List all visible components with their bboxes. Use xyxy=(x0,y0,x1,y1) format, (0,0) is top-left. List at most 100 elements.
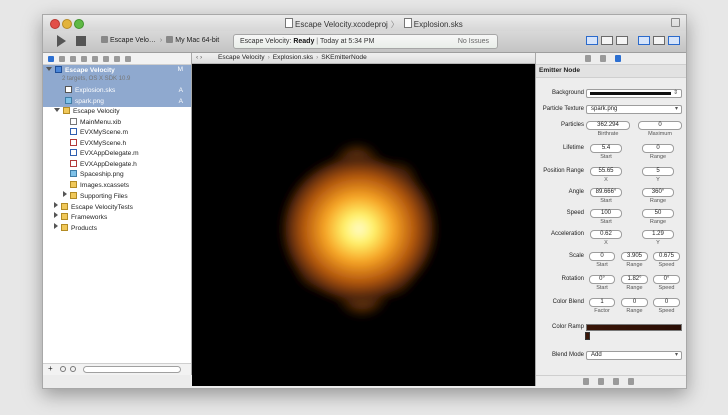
folder-icon xyxy=(61,202,68,210)
file-inspector-icon[interactable] xyxy=(585,55,591,62)
scm-badge: A xyxy=(178,97,183,105)
acceleration-x-field[interactable]: 0.62 xyxy=(590,230,622,239)
version-editor-button[interactable] xyxy=(616,36,628,45)
warning-icon[interactable] xyxy=(81,55,87,62)
run-button[interactable] xyxy=(57,35,66,47)
library-tabs xyxy=(536,375,686,386)
breakpoint-icon[interactable] xyxy=(114,55,120,62)
toggle-utilities-button[interactable] xyxy=(668,36,680,45)
fullscreen-button[interactable] xyxy=(671,18,680,27)
speed-start-field[interactable]: 100 xyxy=(590,209,622,218)
standard-editor-button[interactable] xyxy=(586,36,598,45)
maximum-field[interactable]: 0 xyxy=(638,121,682,130)
color-blend-range-caption: Range xyxy=(626,308,643,314)
color-blend-factor-caption: Factor xyxy=(594,308,610,314)
position-range-y-field[interactable]: 5 xyxy=(642,167,674,176)
assistant-editor-button[interactable] xyxy=(601,36,613,45)
quick-help-icon[interactable] xyxy=(600,55,606,62)
tree-row-file[interactable]: EVXMyScene.h xyxy=(43,138,191,150)
speed-range-field[interactable]: 50 xyxy=(642,209,674,218)
scale-speed-field[interactable]: 0.675 xyxy=(653,252,680,261)
test-icon[interactable] xyxy=(92,55,98,62)
acceleration-y-field[interactable]: 1.29 xyxy=(642,230,674,239)
rotation-start-field[interactable]: 0° xyxy=(589,275,615,284)
color-blend-speed-field[interactable]: 0 xyxy=(653,298,680,307)
tree-row-group[interactable]: Frameworks xyxy=(43,212,191,223)
rotation-speed-field[interactable]: 0° xyxy=(653,275,680,284)
tree-row-label: Frameworks xyxy=(71,214,108,221)
breadcrumb: Escape Velocity › Explosion.sks › SKEmitterN… xyxy=(218,54,367,61)
toggle-navigator-button[interactable] xyxy=(638,36,650,45)
folder-icon xyxy=(70,192,77,199)
attributes-inspector-icon[interactable] xyxy=(615,55,621,62)
zoom-window-button[interactable] xyxy=(74,19,84,29)
background-color-well[interactable]: ⇕ xyxy=(586,89,682,98)
m-file-icon xyxy=(70,128,77,135)
disclosure-triangle-icon[interactable] xyxy=(46,67,52,71)
birthrate-field[interactable]: 362.294 xyxy=(586,121,630,130)
angle-range-field[interactable]: 360° xyxy=(642,188,674,197)
rotation-range-field[interactable]: 1.82° xyxy=(621,275,648,284)
tree-row-file[interactable]: MainMenu.xib xyxy=(43,117,191,129)
breadcrumb-node[interactable]: SKEmitterNode xyxy=(321,54,366,61)
angle-start-field[interactable]: 89.666° xyxy=(590,188,622,197)
add-file-button[interactable]: + xyxy=(48,364,53,374)
scale-start-field[interactable]: 0 xyxy=(589,252,615,261)
tree-row-group[interactable]: Escape VelocityTests xyxy=(43,201,191,213)
tree-row-explosion[interactable]: Explosion.sks A xyxy=(43,86,191,97)
blend-mode-popup[interactable]: Add ▾ xyxy=(586,351,682,360)
inspector-panel: Emitter Node Background ⇕ Particle Textu… xyxy=(535,53,686,386)
color-ramp-stop[interactable] xyxy=(585,332,590,340)
disclosure-triangle-icon[interactable] xyxy=(54,108,60,112)
tree-row-file[interactable]: EVXAppDelegate.m xyxy=(43,149,191,160)
disclosure-triangle-icon[interactable] xyxy=(54,222,58,229)
tree-row-group[interactable]: Products xyxy=(43,222,191,234)
tree-row-file[interactable]: EVXMyScene.m xyxy=(43,128,191,139)
tree-row-file[interactable]: Images.xcassets xyxy=(43,180,191,192)
rotation-speed-caption: Speed xyxy=(658,285,675,291)
folder-icon[interactable] xyxy=(48,55,54,62)
symbol-icon[interactable] xyxy=(59,55,65,62)
tree-row-file[interactable]: EVXAppDelegate.h xyxy=(43,159,191,171)
color-ramp-bar[interactable] xyxy=(586,324,682,331)
history-arrows[interactable]: ‹ › xyxy=(196,53,202,63)
position-range-x-field[interactable]: 55.65 xyxy=(590,167,622,176)
texture-popup[interactable]: spark.png ▾ xyxy=(586,105,682,114)
disclosure-triangle-icon[interactable] xyxy=(54,201,58,208)
minimize-window-button[interactable] xyxy=(62,19,72,29)
tree-row-file[interactable]: Spaceship.png xyxy=(43,170,191,181)
lifetime-start-field[interactable]: 5.4 xyxy=(590,144,622,153)
breadcrumb-file[interactable]: Explosion.sks xyxy=(273,54,313,61)
file-template-icon[interactable] xyxy=(583,377,589,385)
color-blend-range-field[interactable]: 0 xyxy=(621,298,648,307)
close-window-button[interactable] xyxy=(50,19,60,29)
scm-filter-icon[interactable] xyxy=(70,366,76,372)
document-icon xyxy=(403,18,412,28)
disclosure-triangle-icon[interactable] xyxy=(63,191,67,197)
activity-viewer: Escape Velocity: Ready | Today at 5:34 P… xyxy=(233,34,498,49)
particle-preview-canvas[interactable] xyxy=(192,64,535,386)
search-icon[interactable] xyxy=(70,55,76,62)
debug-icon[interactable] xyxy=(103,55,109,62)
toggle-debug-area-button[interactable] xyxy=(653,36,665,45)
folder-icon xyxy=(61,223,68,231)
media-library-icon[interactable] xyxy=(628,377,634,385)
code-snippet-icon[interactable] xyxy=(598,377,604,385)
tree-row-group[interactable]: Escape Velocity xyxy=(43,107,191,118)
issues-status[interactable]: No Issues xyxy=(458,35,489,48)
disclosure-triangle-icon[interactable] xyxy=(54,212,58,218)
tree-row-label: Escape Velocity xyxy=(73,108,120,115)
lifetime-range-field[interactable]: 0 xyxy=(642,144,674,153)
log-icon[interactable] xyxy=(125,55,131,62)
tree-row-group[interactable]: Supporting Files xyxy=(43,191,191,202)
recent-files-icon[interactable] xyxy=(60,366,66,372)
scale-range-field[interactable]: 3.905 xyxy=(621,252,648,261)
scheme-selector[interactable]: Escape Velo… › My Mac 64-bit xyxy=(101,36,219,44)
filter-field[interactable] xyxy=(83,366,181,373)
breadcrumb-project[interactable]: Escape Velocity xyxy=(218,54,265,61)
stop-button[interactable] xyxy=(76,36,86,46)
color-blend-factor-field[interactable]: 1 xyxy=(589,298,615,307)
object-library-icon[interactable] xyxy=(613,377,619,385)
tree-row-project[interactable]: Escape Velocity M 2 targets, OS X SDK 10… xyxy=(43,65,191,86)
tree-row-spark[interactable]: spark.png A xyxy=(43,96,191,107)
